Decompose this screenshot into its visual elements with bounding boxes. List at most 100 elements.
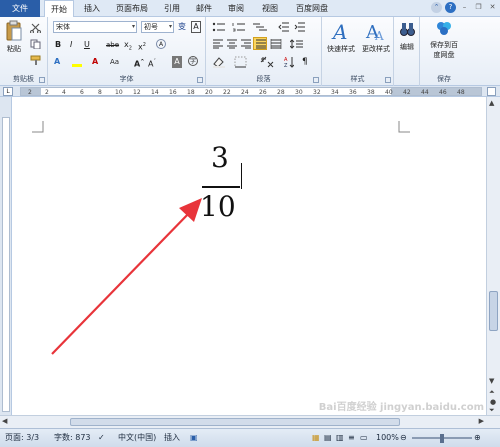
bold-icon[interactable]: B: [55, 39, 61, 51]
styles-dialog-launcher[interactable]: [385, 77, 391, 83]
font-color-icon[interactable]: A: [92, 56, 98, 68]
language-indicator[interactable]: 中文(中国): [118, 429, 156, 447]
cut-icon[interactable]: [30, 23, 42, 33]
collapse-ribbon-icon[interactable]: ⌃: [431, 2, 442, 13]
svg-text:A: A: [331, 20, 347, 42]
numbering-icon[interactable]: [232, 22, 246, 32]
horizontal-scrollbar[interactable]: ◀ ▶: [0, 415, 500, 428]
tab-home[interactable]: 开始: [44, 0, 74, 18]
character-shading-icon[interactable]: A: [172, 56, 182, 68]
borders-icon[interactable]: [234, 56, 248, 68]
change-case-icon[interactable]: Aa: [110, 56, 119, 68]
tab-insert[interactable]: 插入: [78, 0, 106, 17]
font-dialog-launcher[interactable]: [197, 77, 203, 83]
chinese-layout-icon[interactable]: [260, 56, 274, 68]
tab-file[interactable]: 文件: [0, 0, 40, 17]
scroll-left-icon[interactable]: ◀: [2, 417, 7, 425]
save-to-baidu-button[interactable]: 保存到百 度网盘: [422, 20, 466, 60]
align-right-icon[interactable]: [240, 39, 252, 49]
scroll-right-icon[interactable]: ▶: [479, 417, 484, 425]
text-cursor: [241, 163, 242, 189]
proofing-icon[interactable]: ✓: [98, 429, 105, 447]
minimize-icon[interactable]: –: [459, 2, 470, 13]
fraction-numerator[interactable]: 3: [211, 141, 229, 174]
shading-icon[interactable]: [212, 56, 226, 68]
tab-baidu-netdisk[interactable]: 百度网盘: [290, 0, 334, 17]
scroll-down-icon[interactable]: ▼: [489, 377, 494, 385]
paragraph-dialog-launcher[interactable]: [313, 77, 319, 83]
decrease-indent-icon[interactable]: [278, 22, 290, 32]
editing-button[interactable]: 编辑: [395, 20, 419, 52]
ruler-number: 18: [187, 89, 195, 96]
font-size-combo[interactable]: 初号 ▾: [141, 21, 174, 33]
multilevel-list-icon[interactable]: [252, 22, 268, 32]
enclose-characters-icon[interactable]: 字: [188, 56, 198, 66]
tab-references[interactable]: 引用: [158, 0, 186, 17]
justify-button[interactable]: [253, 37, 267, 50]
previous-page-icon[interactable]: ⏶: [489, 388, 495, 397]
grow-font-icon[interactable]: A^: [134, 56, 144, 69]
clipboard-dialog-launcher[interactable]: [39, 77, 45, 83]
horizontal-scroll-thumb[interactable]: [70, 418, 400, 426]
vertical-ruler[interactable]: [0, 97, 12, 415]
copy-icon[interactable]: [30, 39, 42, 49]
bullets-icon[interactable]: [212, 22, 226, 32]
outline-view-icon[interactable]: ≡: [348, 429, 355, 447]
align-left-icon[interactable]: [212, 39, 224, 49]
line-spacing-icon[interactable]: [290, 39, 304, 49]
increase-indent-icon[interactable]: [294, 22, 306, 32]
vertical-scrollbar[interactable]: ▲ ▼ ⏶ ● ⏷: [486, 97, 500, 415]
quick-styles-button[interactable]: A 快速样式: [324, 20, 358, 54]
view-ruler-icon[interactable]: [487, 87, 496, 96]
print-layout-view-icon[interactable]: ▦: [312, 429, 320, 447]
paste-button[interactable]: 粘贴: [3, 20, 25, 54]
browse-object-icon[interactable]: ●: [490, 398, 496, 406]
document-page[interactable]: 3 10 Bai百度经验 jingyan.baidu.com: [12, 97, 486, 415]
tab-view[interactable]: 视图: [256, 0, 284, 17]
word-count[interactable]: 字数: 873: [54, 429, 91, 447]
tab-selector-icon[interactable]: L: [3, 87, 13, 96]
subscript-icon[interactable]: x2: [124, 39, 132, 52]
underline-icon[interactable]: U: [84, 39, 90, 51]
character-border-icon[interactable]: A: [191, 21, 201, 33]
distributed-icon[interactable]: [270, 39, 282, 49]
strikethrough-icon[interactable]: abe: [106, 39, 119, 51]
zoom-in-icon[interactable]: ⊕: [474, 429, 481, 447]
tab-review[interactable]: 审阅: [222, 0, 250, 17]
close-icon[interactable]: ✕: [487, 2, 498, 13]
ruler-number: 24: [241, 89, 249, 96]
web-layout-view-icon[interactable]: ▥: [336, 429, 344, 447]
draft-view-icon[interactable]: ▭: [360, 429, 368, 447]
change-styles-button[interactable]: AA 更改样式: [360, 20, 392, 54]
italic-icon[interactable]: I: [70, 39, 72, 51]
highlight-icon[interactable]: [72, 56, 84, 68]
align-center-icon[interactable]: [226, 39, 238, 49]
font-name-combo[interactable]: 宋体 ▾: [53, 21, 137, 33]
page-count[interactable]: 页面: 3/3: [5, 429, 39, 447]
tab-mailings[interactable]: 邮件: [190, 0, 218, 17]
sort-icon[interactable]: AZ: [284, 56, 294, 68]
phonetic-guide-icon[interactable]: 变: [178, 21, 186, 33]
horizontal-ruler[interactable]: L 2 2 4 6 8 10 12 14 16 18 20 22 24 26 2…: [0, 86, 500, 97]
full-screen-view-icon[interactable]: ▤: [324, 429, 332, 447]
superscript-icon[interactable]: x2: [138, 39, 146, 52]
text-effects-icon[interactable]: A: [54, 56, 60, 68]
ribbon: 粘贴 剪贴板 宋体 ▾ 初号 ▾ 变 A B I U abe x2 x2 A A A…: [0, 17, 500, 86]
restore-icon[interactable]: ❐: [473, 2, 484, 13]
tab-page-layout[interactable]: 页面布局: [110, 0, 154, 17]
macro-record-icon[interactable]: ▣: [190, 429, 198, 447]
help-icon[interactable]: ?: [445, 2, 456, 13]
clear-format-icon[interactable]: A: [156, 39, 166, 49]
font-group-label: 字体: [119, 75, 134, 83]
zoom-slider-thumb[interactable]: [440, 434, 444, 443]
binoculars-icon: [400, 23, 415, 36]
scroll-up-icon[interactable]: ▲: [489, 99, 494, 107]
insert-mode[interactable]: 插入: [164, 429, 180, 447]
zoom-out-icon[interactable]: ⊖: [400, 429, 407, 447]
shrink-font-icon[interactable]: Aˇ: [148, 56, 156, 69]
zoom-level[interactable]: 100%: [376, 429, 399, 447]
next-page-icon[interactable]: ⏷: [489, 406, 495, 415]
vertical-scroll-thumb[interactable]: [489, 291, 498, 331]
show-marks-icon[interactable]: ¶: [302, 56, 308, 68]
format-painter-icon[interactable]: [30, 55, 42, 65]
